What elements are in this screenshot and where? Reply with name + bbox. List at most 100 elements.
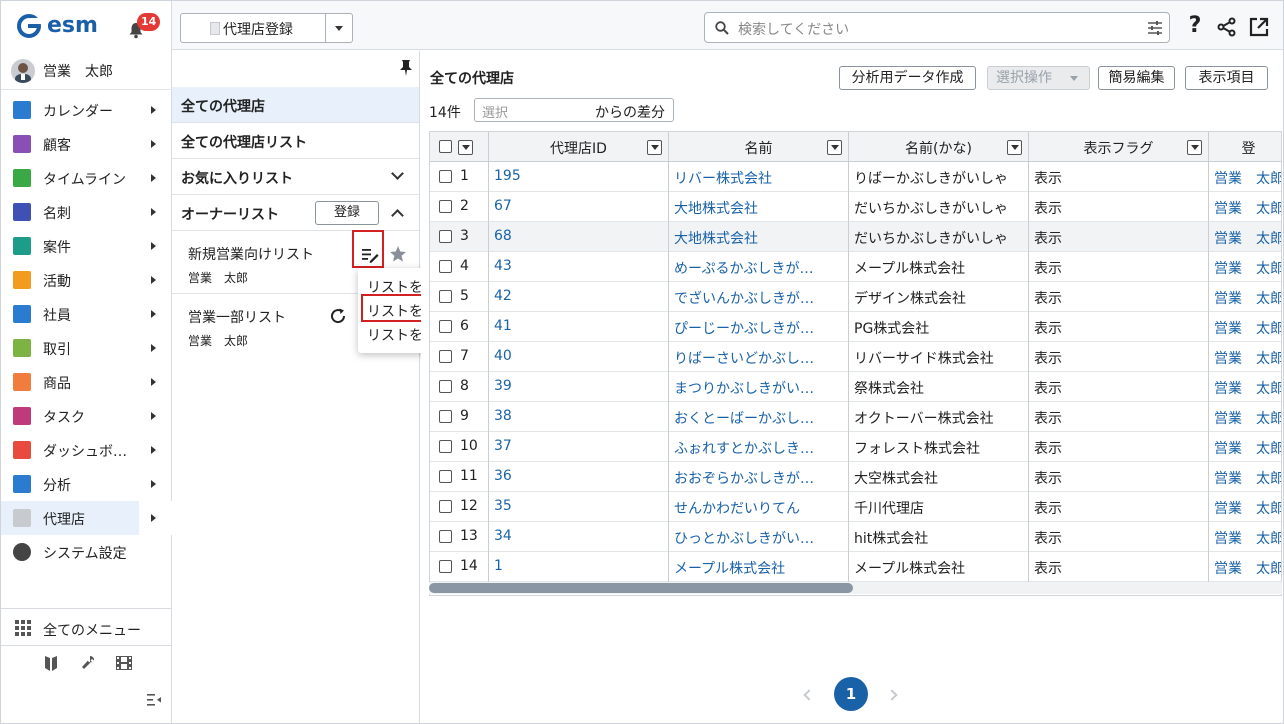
row-checkbox[interactable] bbox=[439, 170, 452, 183]
table-row[interactable]: 2 67 大地株式会社 だいちかぶしきがいしゃ 表示 営業 太郎 bbox=[430, 192, 1281, 222]
row-checkbox[interactable] bbox=[439, 560, 452, 573]
export-analysis-data-button[interactable]: 分析用データ作成 bbox=[839, 66, 976, 90]
row-checkbox[interactable] bbox=[439, 470, 452, 483]
cell-link-id[interactable]: 39 bbox=[494, 378, 512, 394]
cell-link-name[interactable]: めーぷるかぶしきが… bbox=[674, 258, 813, 278]
cell-link-reg[interactable]: 営業 太郎 bbox=[1214, 408, 1281, 428]
cell-link-name[interactable]: おくとーばーかぶし… bbox=[674, 408, 814, 428]
cell-link-reg[interactable]: 営業 太郎 bbox=[1214, 378, 1281, 398]
cell-link-reg[interactable]: 営業 太郎 bbox=[1214, 558, 1281, 578]
row-checkbox[interactable] bbox=[439, 410, 452, 423]
row-checkbox[interactable] bbox=[439, 320, 452, 333]
bookmark-icon[interactable] bbox=[45, 656, 57, 671]
table-row[interactable]: 4 43 めーぷるかぶしきが… メープル株式会社 表示 営業 太郎 bbox=[430, 252, 1281, 282]
cell-link-reg[interactable]: 営業 太郎 bbox=[1214, 318, 1281, 338]
film-icon[interactable] bbox=[116, 656, 132, 670]
register-list-button[interactable]: 登録 bbox=[315, 201, 379, 225]
filter-settings-icon[interactable] bbox=[1147, 20, 1163, 36]
sidebar-item-folder[interactable]: 案件 bbox=[1, 229, 172, 263]
favorites-section[interactable]: お気に入りリスト bbox=[172, 159, 419, 195]
cell-link-reg[interactable]: 営業 太郎 bbox=[1214, 198, 1281, 218]
column-header[interactable]: 名前(かな) bbox=[849, 132, 1029, 162]
row-checkbox[interactable] bbox=[439, 350, 452, 363]
table-row[interactable]: 13 34 ひっとかぶしきがい… hit株式会社 表示 営業 太郎 bbox=[430, 522, 1281, 552]
sidebar-item-card[interactable]: 名刺 bbox=[1, 195, 172, 229]
sidebar-item-clipboard[interactable]: 活動 bbox=[1, 263, 172, 297]
cell-link-name[interactable]: でざいんかぶしきが… bbox=[674, 288, 814, 308]
table-row[interactable]: 14 1 メープル株式会社 メープル株式会社 表示 営業 太郎 bbox=[430, 552, 1281, 582]
cell-link-name[interactable]: せんかわだいりてん bbox=[674, 498, 800, 518]
column-header[interactable]: 名前 bbox=[669, 132, 849, 162]
display-items-button[interactable]: 表示項目 bbox=[1185, 66, 1268, 90]
table-row[interactable]: 9 38 おくとーばーかぶし… オクトーバー株式会社 表示 営業 太郎 bbox=[430, 402, 1281, 432]
cell-link-reg[interactable]: 営業 太郎 bbox=[1214, 288, 1281, 308]
chevron-up-icon[interactable] bbox=[391, 209, 404, 222]
table-row[interactable]: 3 68 大地株式会社 だいちかぶしきがいしゃ 表示 営業 太郎 bbox=[430, 222, 1281, 252]
refresh-icon[interactable] bbox=[329, 307, 347, 325]
collapse-sidebar-icon[interactable] bbox=[147, 693, 161, 707]
table-row[interactable]: 10 37 ふぉれすとかぶしき… フォレスト株式会社 表示 営業 太郎 bbox=[430, 432, 1281, 462]
share-icon[interactable] bbox=[1217, 17, 1237, 37]
table-row[interactable]: 6 41 ぴーじーかぶしきが… PG株式会社 表示 営業 太郎 bbox=[430, 312, 1281, 342]
cell-link-id[interactable]: 35 bbox=[494, 498, 512, 514]
column-header[interactable]: 登 bbox=[1209, 132, 1281, 162]
cell-link-reg[interactable]: 営業 太郎 bbox=[1214, 348, 1281, 368]
wrench-icon[interactable] bbox=[81, 656, 95, 670]
sidebar-item-building[interactable]: 顧客 bbox=[1, 127, 172, 161]
row-checkbox[interactable] bbox=[439, 230, 452, 243]
cell-link-name[interactable]: ふぉれすとかぶしき… bbox=[674, 438, 814, 458]
quick-edit-button[interactable]: 簡易編集 bbox=[1098, 66, 1175, 90]
diff-select-input[interactable]: 選択 bbox=[482, 102, 508, 121]
cell-link-id[interactable]: 36 bbox=[494, 468, 512, 484]
row-checkbox[interactable] bbox=[439, 290, 452, 303]
cell-link-id[interactable]: 37 bbox=[494, 438, 512, 454]
register-dropdown-button[interactable] bbox=[325, 13, 353, 43]
cell-link-name[interactable]: りばーさいどかぶし… bbox=[674, 348, 814, 368]
next-page-icon[interactable] bbox=[886, 689, 898, 701]
page-button-current[interactable]: 1 bbox=[834, 677, 868, 711]
horizontal-scrollbar-thumb[interactable] bbox=[429, 583, 853, 593]
cell-link-reg[interactable]: 営業 太郎 bbox=[1214, 498, 1281, 518]
sidebar-item-box[interactable]: 商品 bbox=[1, 365, 172, 399]
table-row[interactable]: 11 36 おおぞらかぶしきが… 大空株式会社 表示 営業 太郎 bbox=[430, 462, 1281, 492]
cell-link-id[interactable]: 42 bbox=[494, 288, 512, 304]
table-row[interactable]: 7 40 りばーさいどかぶし… リバーサイド株式会社 表示 営業 太郎 bbox=[430, 342, 1281, 372]
column-header[interactable]: 代理店ID bbox=[489, 132, 669, 162]
help-icon[interactable]: ? bbox=[1184, 15, 1206, 37]
cell-link-reg[interactable]: 営業 太郎 bbox=[1214, 468, 1281, 488]
cell-link-reg[interactable]: 営業 太郎 bbox=[1214, 228, 1281, 248]
cell-link-name[interactable]: おおぞらかぶしきが… bbox=[674, 468, 814, 488]
prev-page-icon[interactable] bbox=[803, 689, 815, 701]
cell-link-name[interactable]: ぴーじーかぶしきが… bbox=[674, 318, 814, 338]
sidebar-item-document[interactable]: 代理店 bbox=[1, 501, 172, 535]
select-menu-dropdown[interactable] bbox=[458, 140, 473, 155]
row-checkbox[interactable] bbox=[439, 500, 452, 513]
cell-link-name[interactable]: まつりかぶしきがい… bbox=[674, 378, 814, 398]
diff-selector[interactable]: 選択 からの差分 bbox=[474, 98, 674, 122]
sidebar-item-calendar[interactable]: カレンダー bbox=[1, 93, 172, 127]
row-checkbox[interactable] bbox=[439, 260, 452, 273]
column-filter-dropdown[interactable] bbox=[1007, 140, 1022, 155]
sidebar-item-gear[interactable]: システム設定 bbox=[1, 535, 172, 569]
cell-link-name[interactable]: メープル株式会社 bbox=[674, 558, 785, 578]
cell-link-name[interactable]: リバー株式会社 bbox=[674, 168, 772, 188]
table-row[interactable]: 12 35 せんかわだいりてん 千川代理店 表示 営業 太郎 bbox=[430, 492, 1281, 522]
cell-link-name[interactable]: ひっとかぶしきがい… bbox=[674, 528, 814, 548]
star-icon[interactable] bbox=[389, 245, 407, 263]
sidebar-item-person[interactable]: 社員 bbox=[1, 297, 172, 331]
cell-link-id[interactable]: 68 bbox=[494, 228, 512, 244]
column-header[interactable]: 表示フラグ bbox=[1029, 132, 1209, 162]
cell-link-id[interactable]: 38 bbox=[494, 408, 512, 424]
table-row[interactable]: 1 195 リバー株式会社 りばーかぶしきがいしゃ 表示 営業 太郎 bbox=[430, 162, 1281, 192]
row-checkbox[interactable] bbox=[439, 530, 452, 543]
sidebar-item-deal[interactable]: 取引 bbox=[1, 331, 172, 365]
cell-link-id[interactable]: 43 bbox=[494, 258, 512, 274]
row-checkbox[interactable] bbox=[439, 440, 452, 453]
search-box[interactable]: 検索してください bbox=[704, 12, 1170, 43]
cell-link-id[interactable]: 195 bbox=[494, 168, 521, 184]
register-agency-button[interactable]: 代理店登録 bbox=[180, 13, 326, 43]
cell-link-id[interactable]: 34 bbox=[494, 528, 512, 544]
table-row[interactable]: 5 42 でざいんかぶしきが… デザイン株式会社 表示 営業 太郎 bbox=[430, 282, 1281, 312]
cell-link-reg[interactable]: 営業 太郎 bbox=[1214, 168, 1281, 188]
sidebar-item-chart[interactable]: 分析 bbox=[1, 467, 172, 501]
